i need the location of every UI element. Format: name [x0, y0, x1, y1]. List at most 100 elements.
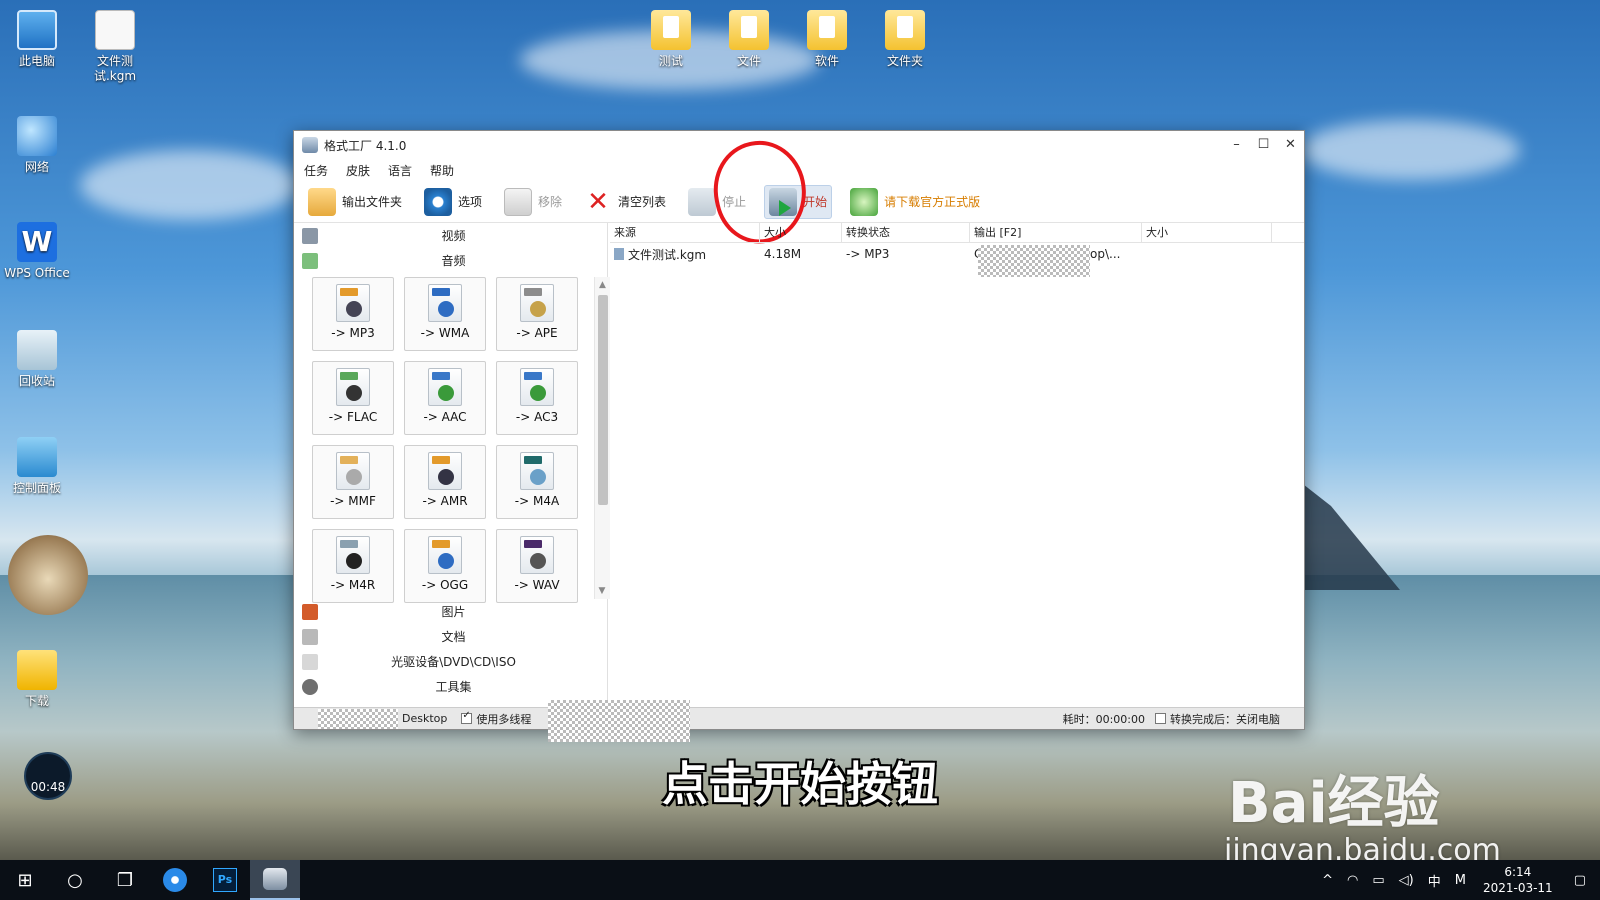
volume-icon[interactable]: ◁) [1399, 873, 1414, 888]
document-category-icon [302, 628, 318, 645]
desktop-icon-folder-software[interactable]: 软件 [790, 10, 864, 69]
taskbar-format-factory[interactable] [250, 860, 300, 900]
photoshop-icon: Ps [213, 868, 237, 892]
stop-icon [688, 187, 717, 216]
format-wma[interactable]: -> WMA [404, 277, 486, 351]
desktop-icon-folder-test[interactable]: 测试 [634, 10, 708, 69]
wps-logo-icon: W [17, 222, 57, 262]
format-mp3[interactable]: -> MP3 [312, 277, 394, 351]
audio-icon [302, 252, 318, 269]
folder-icon [885, 10, 925, 50]
category-document[interactable]: 文档 [294, 624, 607, 649]
m4r-file-icon [336, 536, 370, 574]
format-mmf[interactable]: -> MMF [312, 445, 394, 519]
download-globe-icon [850, 187, 879, 216]
category-disc-device[interactable]: 光驱设备\DVD\CD\ISO [294, 649, 607, 674]
category-video[interactable]: 视频 [294, 223, 607, 248]
column-output-size[interactable]: 大小 [1142, 223, 1272, 242]
scroll-up-arrow-icon[interactable]: ▲ [595, 277, 610, 293]
desktop-icon-folder[interactable]: 文件夹 [868, 10, 942, 69]
format-grid-area: -> MP3 -> WMA -> APE -> FLAC -> AAC -> A… [294, 277, 610, 603]
control-panel-icon [17, 437, 57, 477]
clock-date: 2021-03-11 [1482, 881, 1553, 895]
mp3-file-icon [336, 284, 370, 322]
format-flac[interactable]: -> FLAC [312, 361, 394, 435]
output-folder-button[interactable]: 输出文件夹 [304, 185, 406, 219]
column-status[interactable]: 转换状态 [842, 223, 970, 242]
privacy-mask [978, 245, 1090, 277]
format-factory-window: 格式工厂 4.1.0 – ☐ ✕ 任务 皮肤 语言 帮助 输出文件夹 选项 移除… [293, 130, 1305, 730]
desktop-icon-kgm-file[interactable]: 文件测试.kgm [78, 10, 152, 84]
menu-skin[interactable]: 皮肤 [346, 162, 370, 179]
desktop-icon-network[interactable]: 网络 [0, 116, 74, 175]
minimize-button[interactable]: – [1223, 131, 1250, 159]
start-menu-button[interactable]: ⊞ [0, 860, 50, 900]
desktop-icon-this-pc[interactable]: 此电脑 [0, 10, 74, 69]
format-m4r[interactable]: -> M4R [312, 529, 394, 603]
options-button[interactable]: 选项 [420, 185, 486, 219]
folder-icon [807, 10, 847, 50]
row-output-end: op\... [1090, 247, 1121, 261]
format-ogg[interactable]: -> OGG [404, 529, 486, 603]
notification-icon[interactable]: ▢ [1574, 873, 1586, 888]
format-m4a[interactable]: -> M4A [496, 445, 578, 519]
menu-task[interactable]: 任务 [304, 162, 328, 179]
clock[interactable]: 6:14 2021-03-11 [1483, 864, 1553, 896]
desktop-icon-wps[interactable]: W WPS Office [0, 222, 74, 281]
output-folder-path[interactable]: Desktop [402, 712, 447, 725]
document-icon [95, 10, 135, 50]
scroll-down-arrow-icon[interactable]: ▼ [595, 583, 609, 599]
format-amr[interactable]: -> AMR [404, 445, 486, 519]
wav-file-icon [520, 536, 554, 574]
tray-expand-icon[interactable]: ^ [1322, 873, 1333, 888]
clear-list-button[interactable]: ✕ 清空列表 [580, 185, 670, 219]
title-bar[interactable]: 格式工厂 4.1.0 – ☐ ✕ [294, 131, 1304, 159]
watermark-brand: Bai经验 [1228, 771, 1440, 836]
format-factory-icon [263, 868, 287, 890]
desktop-icon-downloads[interactable]: 下载 [0, 650, 74, 709]
format-wav[interactable]: -> WAV [496, 529, 578, 603]
menu-language[interactable]: 语言 [388, 162, 412, 179]
format-ape[interactable]: -> APE [496, 277, 578, 351]
shutdown-after-checkbox[interactable] [1155, 713, 1166, 724]
maximize-button[interactable]: ☐ [1250, 131, 1277, 159]
scrollbar-thumb[interactable] [598, 295, 608, 505]
format-aac[interactable]: -> AAC [404, 361, 486, 435]
menu-help[interactable]: 帮助 [430, 162, 454, 179]
ime-mode-indicator[interactable]: M [1455, 873, 1466, 888]
desktop-icon-folder-files[interactable]: 文件 [712, 10, 786, 69]
cloud [1300, 120, 1520, 180]
flac-file-icon [336, 368, 370, 406]
close-button[interactable]: ✕ [1277, 131, 1304, 159]
picture-icon [302, 603, 318, 620]
status-bar: Desktop 使用多线程 耗时：00:00:00 转换完成后：关闭电脑 [294, 707, 1304, 729]
taskbar-sogou[interactable] [150, 860, 200, 900]
category-audio[interactable]: 音频 [294, 248, 607, 273]
output-folder-icon [308, 187, 336, 216]
download-folder-icon [17, 650, 57, 690]
desktop-icon-control-panel[interactable]: 控制面板 [0, 437, 74, 496]
format-ac3[interactable]: -> AC3 [496, 361, 578, 435]
row-status: -> MP3 [846, 247, 890, 261]
column-size[interactable]: 大小 [760, 223, 842, 242]
multithread-checkbox[interactable] [461, 710, 473, 724]
download-official-button[interactable]: 请下载官方正式版 [846, 185, 984, 219]
category-toolset[interactable]: 工具集 [294, 674, 607, 699]
remove-button[interactable]: 移除 [500, 185, 566, 219]
baidu-watermark: Bai经验 jingyan.baidu.com [1224, 758, 1501, 868]
ime-indicator[interactable]: 中 [1428, 871, 1441, 890]
search-button[interactable]: ○ [50, 860, 100, 900]
battery-icon[interactable]: ▭ [1372, 873, 1384, 888]
format-scrollbar[interactable]: ▲ ▼ [594, 277, 610, 599]
privacy-mask [318, 708, 398, 729]
disc-drive-icon [302, 653, 318, 670]
desktop-icon-recycle-bin[interactable]: 回收站 [0, 330, 74, 389]
video-icon [302, 227, 318, 244]
multithread-label: 使用多线程 [476, 712, 532, 726]
column-source[interactable]: 来源 [610, 223, 760, 242]
column-output[interactable]: 输出 [F2] [970, 223, 1142, 242]
wifi-icon[interactable]: ◠ [1347, 873, 1358, 888]
taskbar-photoshop[interactable]: Ps [200, 860, 250, 900]
task-view-button[interactable]: ❐ [100, 860, 150, 900]
table-row[interactable]: 文件测试.kgm 4.18M -> MP3 C op\... [610, 243, 1304, 265]
